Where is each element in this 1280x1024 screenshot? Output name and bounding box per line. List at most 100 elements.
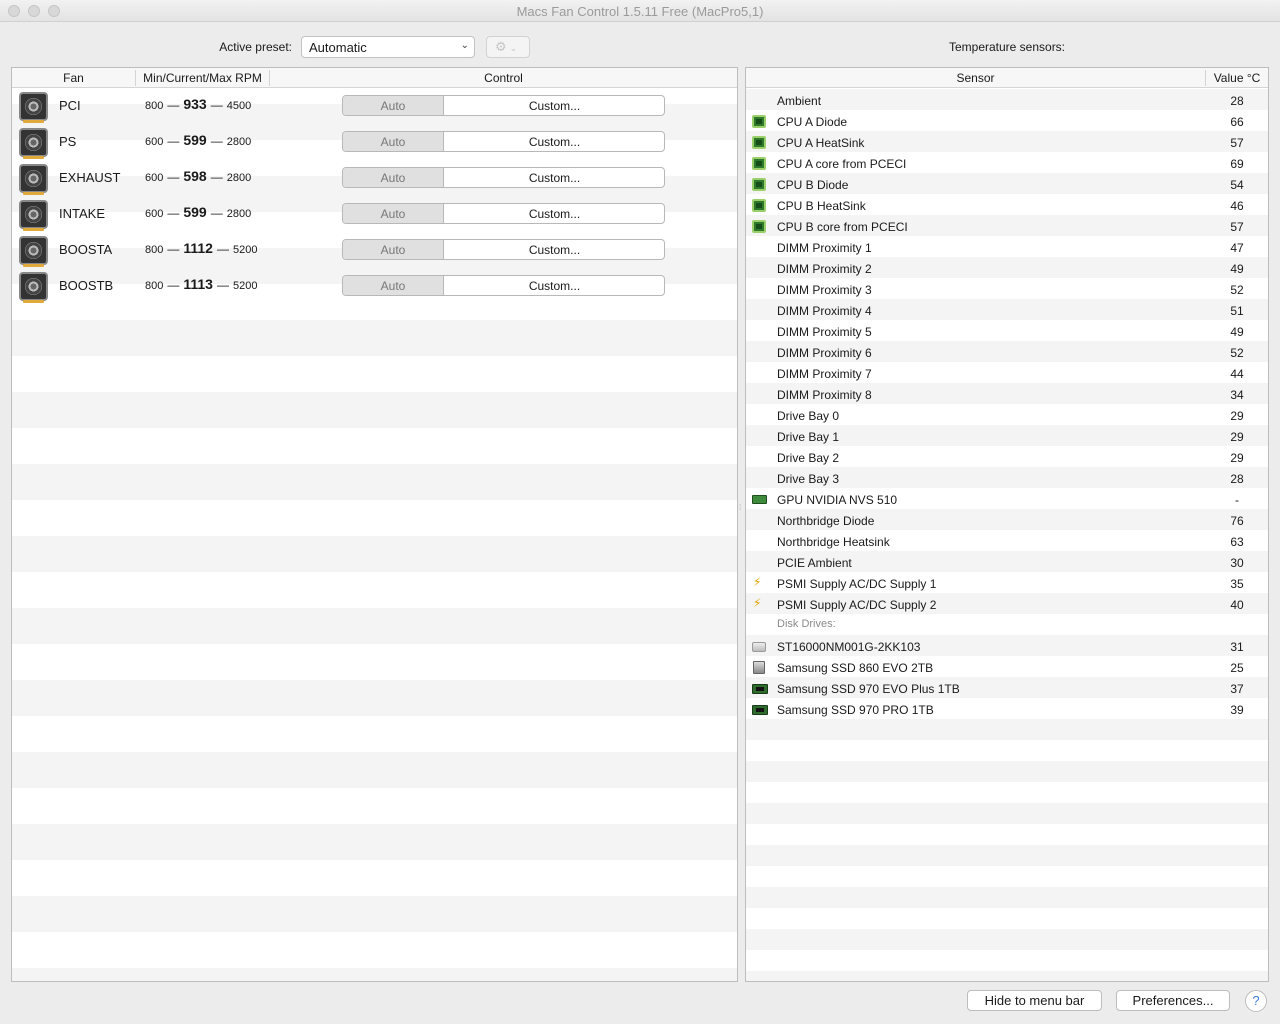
fan-rpm-max: 4500 xyxy=(226,100,252,112)
active-preset-select[interactable]: Automatic ⌄ xyxy=(301,36,475,58)
cpu-chip-icon xyxy=(752,157,766,170)
fan-rpm-max: 2800 xyxy=(226,136,252,148)
sensor-row[interactable]: DIMM Proximity 1 47 xyxy=(746,237,1268,258)
fan-row[interactable]: BOOSTB 800—1113—5200 Auto Custom... xyxy=(12,268,737,304)
lightning-bolt-icon: ⚡ xyxy=(753,575,762,589)
help-button[interactable]: ? xyxy=(1245,990,1267,1012)
window-title: Macs Fan Control 1.5.11 Free (MacPro5,1) xyxy=(516,4,764,19)
fan-custom-button[interactable]: Custom... xyxy=(445,168,664,187)
fan-custom-button[interactable]: Custom... xyxy=(445,240,664,259)
fan-rpm-current: 599 xyxy=(183,204,207,220)
sensor-name: Drive Bay 2 xyxy=(777,451,840,465)
fan-auto-button[interactable]: Auto xyxy=(343,276,444,295)
fan-column-header[interactable]: Fan xyxy=(12,71,135,85)
sensor-row[interactable]: CPU A HeatSink 57 xyxy=(746,132,1268,153)
sensor-row[interactable]: DIMM Proximity 7 44 xyxy=(746,363,1268,384)
sensor-row[interactable]: CPU B HeatSink 46 xyxy=(746,195,1268,216)
sensor-row[interactable]: GPU NVIDIA NVS 510 - xyxy=(746,489,1268,510)
chevron-down-icon: ⌄ xyxy=(460,40,469,51)
sensor-row[interactable]: ⚡ PSMI Supply AC/DC Supply 2 40 xyxy=(746,594,1268,615)
fan-row[interactable]: BOOSTA 800—1112—5200 Auto Custom... xyxy=(12,232,737,268)
sensor-row[interactable]: DIMM Proximity 3 52 xyxy=(746,279,1268,300)
fan-control-segmented: Auto Custom... xyxy=(342,275,665,296)
sensor-value: - xyxy=(1235,493,1239,507)
sensor-table-header: Sensor Value °C xyxy=(746,68,1268,88)
sensor-row[interactable]: Drive Bay 2 29 xyxy=(746,447,1268,468)
sensor-name: DIMM Proximity 2 xyxy=(777,262,872,276)
fan-auto-button[interactable]: Auto xyxy=(343,168,444,187)
preset-settings-button[interactable]: ⚙ ⌄ xyxy=(486,36,530,58)
sensor-row[interactable]: CPU B core from PCECI 57 xyxy=(746,216,1268,237)
sensor-row[interactable]: Ambient 28 xyxy=(746,90,1268,111)
fan-row[interactable]: EXHAUST 600—598—2800 Auto Custom... xyxy=(12,160,737,196)
sensor-name: PSMI Supply AC/DC Supply 1 xyxy=(777,577,937,591)
sensor-value: 66 xyxy=(1230,115,1244,129)
value-column-header[interactable]: Value °C xyxy=(1206,71,1268,85)
panel-splitter-handle[interactable]: ⁞ xyxy=(739,503,744,512)
sensor-value: 47 xyxy=(1230,241,1244,255)
sensor-row[interactable]: Samsung SSD 970 PRO 1TB 39 xyxy=(746,699,1268,720)
fan-icon xyxy=(19,272,48,303)
fan-row[interactable]: INTAKE 600—599—2800 Auto Custom... xyxy=(12,196,737,232)
sensor-row[interactable]: DIMM Proximity 4 51 xyxy=(746,300,1268,321)
sensor-name: DIMM Proximity 8 xyxy=(777,388,872,402)
fan-rpm: 800—933—4500 xyxy=(145,96,251,112)
sensor-row[interactable]: DIMM Proximity 5 49 xyxy=(746,321,1268,342)
sensor-row[interactable]: Samsung SSD 860 EVO 2TB 25 xyxy=(746,657,1268,678)
fan-name: BOOSTB xyxy=(59,278,114,293)
fan-rpm: 600—599—2800 xyxy=(145,204,251,220)
sensor-name: Samsung SSD 970 PRO 1TB xyxy=(777,703,934,717)
fan-control-segmented: Auto Custom... xyxy=(342,203,665,224)
fan-icon xyxy=(19,92,48,123)
sensor-row[interactable]: Samsung SSD 970 EVO Plus 1TB 37 xyxy=(746,678,1268,699)
fan-rpm-min: 600 xyxy=(145,172,164,184)
sensor-row[interactable]: Northbridge Diode 76 xyxy=(746,510,1268,531)
sensor-name: DIMM Proximity 1 xyxy=(777,241,872,255)
fan-rpm-current: 933 xyxy=(183,96,207,112)
fan-auto-button[interactable]: Auto xyxy=(343,132,444,151)
sensor-row[interactable]: CPU A core from PCECI 69 xyxy=(746,153,1268,174)
gpu-card-icon xyxy=(752,495,767,504)
fan-control-segmented: Auto Custom... xyxy=(342,167,665,188)
sensor-row[interactable]: Drive Bay 1 29 xyxy=(746,426,1268,447)
dash-separator: — xyxy=(167,206,180,220)
fan-custom-button[interactable]: Custom... xyxy=(445,132,664,151)
gear-icon: ⚙ xyxy=(495,39,507,54)
control-column-header[interactable]: Control xyxy=(270,71,737,85)
sensor-column-header[interactable]: Sensor xyxy=(746,71,1205,85)
dash-separator: — xyxy=(167,278,180,292)
fan-custom-button[interactable]: Custom... xyxy=(445,276,664,295)
fan-custom-button[interactable]: Custom... xyxy=(445,96,664,115)
fan-rpm-max: 2800 xyxy=(226,208,252,220)
sensor-value: 52 xyxy=(1230,346,1244,360)
fan-auto-button[interactable]: Auto xyxy=(343,96,444,115)
fan-row[interactable]: PCI 800—933—4500 Auto Custom... xyxy=(12,88,737,124)
sensor-value: 49 xyxy=(1230,325,1244,339)
rpm-column-header[interactable]: Min/Current/Max RPM xyxy=(136,71,269,85)
preferences-button[interactable]: Preferences... xyxy=(1116,990,1230,1011)
fan-auto-button[interactable]: Auto xyxy=(343,240,444,259)
sensor-row[interactable]: Drive Bay 0 29 xyxy=(746,405,1268,426)
fan-name: EXHAUST xyxy=(59,170,121,185)
fan-auto-button[interactable]: Auto xyxy=(343,204,444,223)
sensor-row[interactable]: ST16000NM001G-2KK103 31 xyxy=(746,636,1268,657)
cpu-chip-icon xyxy=(752,178,766,191)
sensor-row[interactable]: Northbridge Heatsink 63 xyxy=(746,531,1268,552)
sensor-row[interactable]: DIMM Proximity 6 52 xyxy=(746,342,1268,363)
fan-row[interactable]: PS 600—599—2800 Auto Custom... xyxy=(12,124,737,160)
sensor-row[interactable]: PCIE Ambient 30 xyxy=(746,552,1268,573)
hide-to-menu-bar-button[interactable]: Hide to menu bar xyxy=(967,990,1102,1011)
sensor-row[interactable]: CPU B Diode 54 xyxy=(746,174,1268,195)
sensor-value: 39 xyxy=(1230,703,1244,717)
sensor-row[interactable]: DIMM Proximity 8 34 xyxy=(746,384,1268,405)
fan-custom-button[interactable]: Custom... xyxy=(445,204,664,223)
sensor-row[interactable]: Drive Bay 3 28 xyxy=(746,468,1268,489)
sensor-row[interactable]: CPU A Diode 66 xyxy=(746,111,1268,132)
sensor-row[interactable]: ⚡ PSMI Supply AC/DC Supply 1 35 xyxy=(746,573,1268,594)
fan-icon xyxy=(19,200,48,231)
sensor-name: PCIE Ambient xyxy=(777,556,852,570)
sensor-value: 37 xyxy=(1230,682,1244,696)
sensor-row[interactable]: DIMM Proximity 2 49 xyxy=(746,258,1268,279)
sensor-value: 40 xyxy=(1230,598,1244,612)
fan-rpm-min: 800 xyxy=(145,100,164,112)
